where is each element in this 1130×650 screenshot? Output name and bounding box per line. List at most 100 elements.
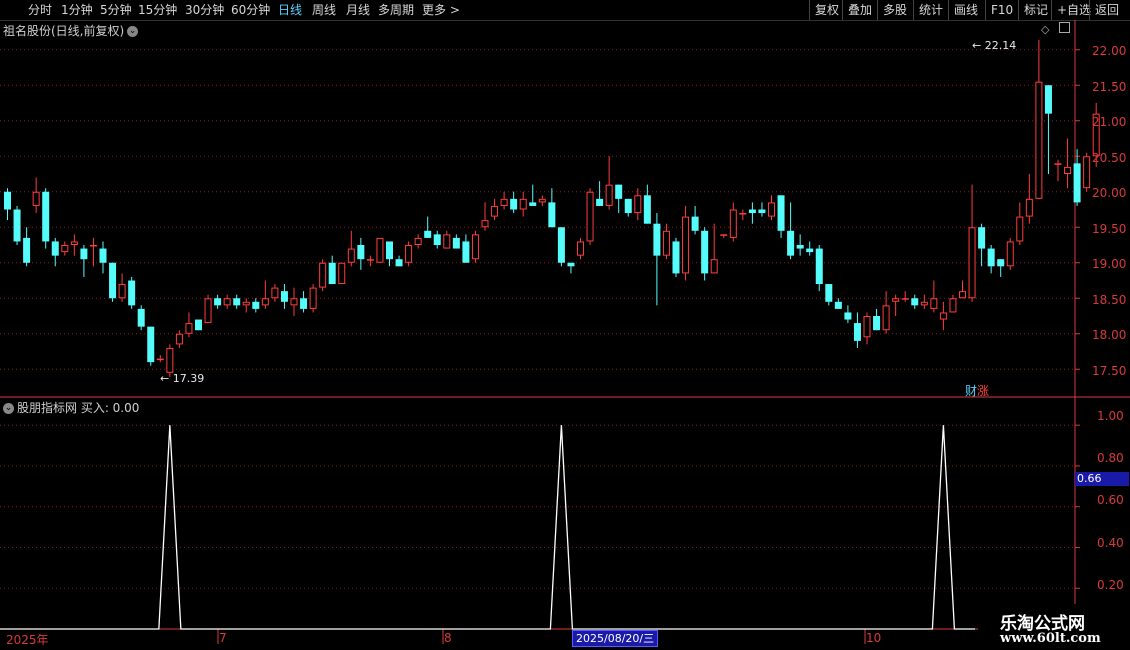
candle-body-up (1083, 156, 1091, 189)
high-price-label: ← 22.14 (972, 39, 1017, 52)
candle-body-up (443, 234, 451, 249)
diamond-icon[interactable]: ◇ (1041, 23, 1049, 36)
candle-body-down (691, 216, 699, 231)
toolbar-button-0[interactable]: 复权 (815, 2, 839, 18)
indicator-y-tick: 0.80 (1097, 451, 1124, 466)
toolbar-button-6[interactable]: 标记 (1024, 2, 1048, 18)
period-tab-5[interactable]: 60分钟 (231, 2, 270, 18)
toolbar-divider (1018, 0, 1019, 20)
stock-chart[interactable] (0, 20, 1130, 650)
candle-body-down (672, 241, 680, 274)
candle-body-up (242, 301, 250, 306)
period-tab-0[interactable]: 分时 (28, 2, 52, 18)
period-tab-8[interactable]: 月线 (346, 2, 370, 18)
candle-body-up (1016, 216, 1024, 242)
candle-body-down (4, 191, 11, 210)
period-tab-3[interactable]: 15分钟 (138, 2, 177, 18)
high-price-value: 22.14 (984, 39, 1017, 52)
candle-body-up (586, 191, 594, 242)
indicator-title[interactable]: ⌄ 股朋指标网 买入: 0.00 (3, 399, 139, 416)
candle-body-up (662, 230, 670, 256)
toolbar-divider (809, 0, 810, 20)
chevron-down-icon[interactable]: ⌄ (3, 403, 14, 414)
candle-body-down (128, 280, 136, 306)
candle-body-down (395, 259, 403, 267)
candle-body-up (863, 316, 871, 338)
candle-body-up (471, 234, 479, 260)
kline-y-tick: 21.50 (1092, 79, 1127, 94)
panel-controls[interactable]: ◇ (1041, 22, 1070, 36)
candle-body-up (1035, 81, 1043, 199)
candle-body-down (643, 195, 651, 224)
kline-y-tick: 18.00 (1092, 328, 1127, 342)
candle-body-up (577, 241, 584, 256)
toolbar-button-2[interactable]: 多股 (883, 2, 907, 18)
candle-body-down (548, 202, 556, 228)
candle-body-up (175, 333, 183, 345)
watermark-url: www.60lt.com (1000, 631, 1101, 646)
candle-body-down (987, 248, 995, 267)
candle-body-up (223, 298, 231, 306)
toolbar-button-3[interactable]: 统计 (919, 2, 943, 18)
low-price-value: 17.39 (172, 372, 205, 385)
candle-body-up (968, 227, 976, 299)
candle-body-down (80, 248, 88, 260)
period-tab-9[interactable]: 多周期 (378, 2, 414, 18)
candle-body-up (309, 287, 317, 309)
candle-body-down (748, 209, 756, 214)
candle-body-down (1044, 85, 1052, 114)
toolbar-button-4[interactable]: 画线 (954, 2, 978, 18)
toolbar-button-7[interactable]: +自选 (1057, 2, 1091, 18)
kline-y-tick: 20.00 (1092, 186, 1127, 200)
toolbar-divider (1051, 0, 1052, 20)
candle-body-down (825, 284, 833, 302)
candle-body-up (1025, 198, 1033, 217)
toolbar-button-8[interactable]: 返回 (1095, 2, 1119, 18)
candle-body-down (873, 316, 881, 331)
candle-body-up (89, 245, 97, 247)
kline-y-tick: 17.50 (1092, 363, 1127, 378)
toolbar-divider (985, 0, 986, 20)
period-tab-7[interactable]: 周线 (312, 2, 336, 18)
toolbar-button-5[interactable]: F10 (991, 2, 1013, 18)
candle-body-up (156, 358, 164, 361)
period-tab-2[interactable]: 5分钟 (100, 2, 132, 18)
candle-body-up (405, 245, 413, 263)
candle-body-down (653, 223, 661, 256)
candle-body-up (605, 184, 613, 206)
period-tab-4[interactable]: 30分钟 (185, 2, 224, 18)
candle-body-up (185, 323, 193, 334)
period-tab-1[interactable]: 1分钟 (61, 2, 93, 18)
panel-toggle-icon[interactable] (1058, 22, 1070, 33)
candle-body-up (739, 213, 747, 215)
candle-body-down (386, 241, 393, 260)
candle-body-down (844, 312, 852, 320)
indicator-current-value: 0.66 (1075, 472, 1129, 486)
candle-body-up (261, 298, 269, 306)
candle-body-up (481, 220, 489, 228)
candle-body-up (949, 298, 957, 313)
candle-body-down (109, 262, 117, 299)
candle-body-down (452, 237, 460, 249)
candle-body-down (51, 241, 59, 256)
chevron-down-icon[interactable]: ⌄ (127, 26, 139, 37)
candle-body-up (338, 262, 346, 285)
candle-body-up (166, 347, 174, 373)
candle-body-down (147, 326, 155, 363)
period-tab-6[interactable]: 日线 (278, 2, 302, 18)
candle-body-up (920, 301, 928, 306)
candle-body-down (529, 202, 537, 206)
candle-body-down (357, 245, 365, 260)
finance-badge[interactable]: 财涨 (965, 382, 989, 399)
candle-body-up (61, 245, 69, 253)
kline-title[interactable]: 祖名股份(日线,前复权) ⌄ (3, 22, 139, 39)
toolbar-button-1[interactable]: 叠加 (848, 2, 872, 18)
candle-body-down (758, 209, 766, 214)
candle-body-down (806, 248, 814, 253)
candle-body-down (853, 323, 861, 341)
indicator-y-tick: 1.00 (1097, 409, 1124, 423)
candle-body-up (204, 298, 212, 324)
candle-body-up (892, 298, 900, 302)
period-tab-10[interactable]: 更多 > (422, 2, 460, 18)
kline-y-tick: 18.50 (1092, 292, 1127, 307)
